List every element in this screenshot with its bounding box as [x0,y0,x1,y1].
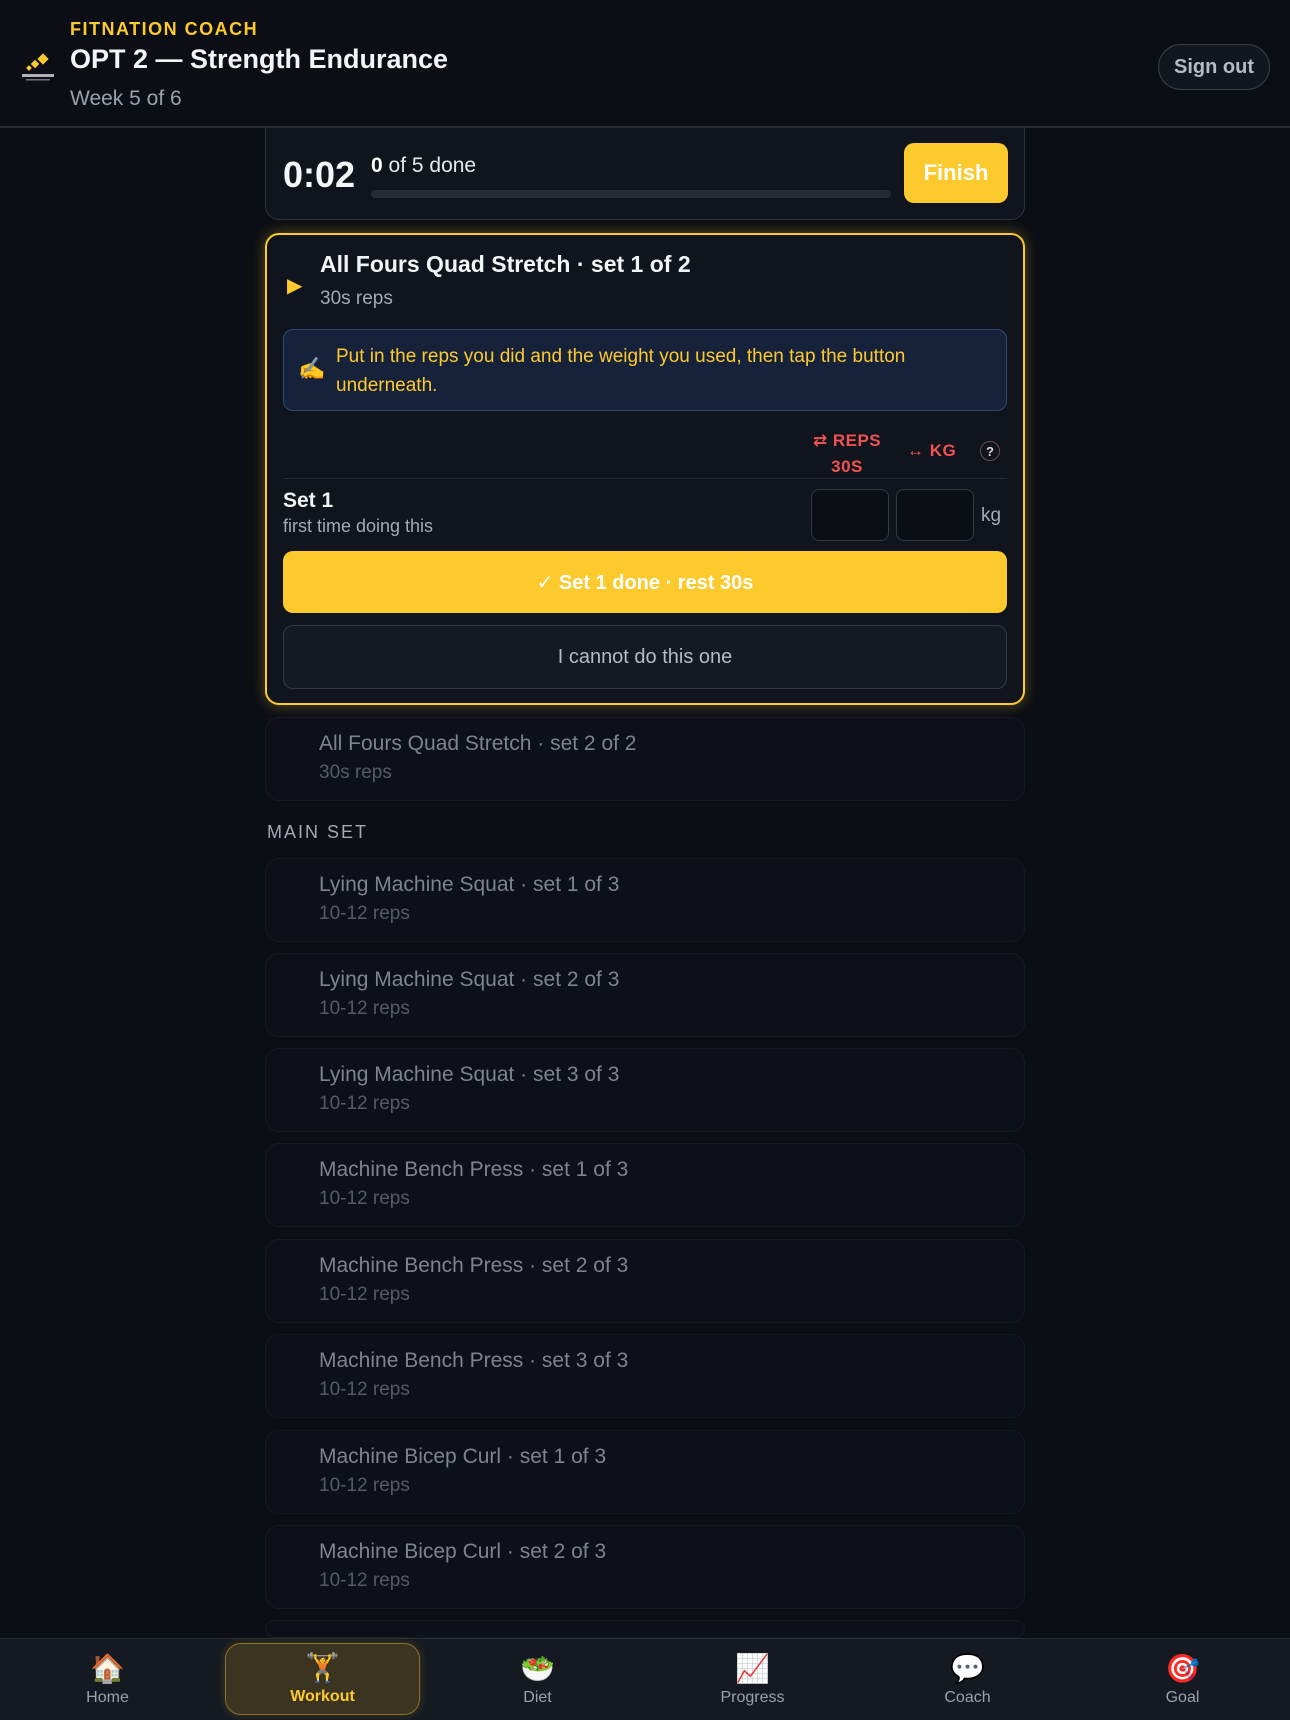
nav-label: Coach [944,1689,991,1706]
bottom-nav: 🏠 Home 🏋️ Workout 🥗 Diet 📈 Progress 💬 Co… [0,1638,1290,1720]
progress-icon: 📈 [735,1653,770,1684]
nav-item-workout[interactable]: 🏋️ Workout [225,1643,420,1715]
session-timer: 0:02 [283,154,356,195]
upcoming-set-item[interactable]: Machine Bench Press · set 2 of 3 10-12 r… [265,1239,1025,1323]
upcoming-set-title: Machine Bench Press · set 2 of 3 [319,1254,629,1277]
upcoming-set-item[interactable]: Machine Bicep Curl · set 2 of 3 10-12 re… [265,1525,1025,1609]
session-progress-bar [371,190,891,198]
kg-column-header: ↔ KG [907,441,967,461]
upcoming-set-title: All Fours Quad Stretch · set 2 of 2 [319,732,637,755]
finish-button[interactable]: Finish [904,143,1008,203]
upcoming-set-title: Machine Bench Press · set 1 of 3 [319,1158,629,1181]
nav-label: Goal [1165,1689,1200,1706]
week-indicator: Week 5 of 6 [70,87,182,110]
upcoming-set-title: Machine Bench Press · set 3 of 3 [319,1349,629,1372]
nav-item-diet[interactable]: 🥗 Diet [430,1639,645,1720]
upcoming-set-item-partial [265,1620,1025,1638]
upcoming-set-reps: 10-12 reps [319,903,410,924]
exercise-title: All Fours Quad Stretch · set 1 of 2 [320,251,691,277]
upcoming-set-reps: 10-12 reps [319,998,410,1019]
upcoming-set-reps: 10-12 reps [319,1379,410,1400]
upcoming-set-reps: 10-12 reps [319,1284,410,1305]
nav-item-goal[interactable]: 🎯 Goal [1075,1639,1290,1720]
nav-item-progress[interactable]: 📈 Progress [645,1639,860,1720]
weight-icon: ↔ [907,441,925,460]
upcoming-set-title: Lying Machine Squat · set 1 of 3 [319,873,620,896]
upcoming-set-title: Lying Machine Squat · set 2 of 3 [319,968,620,991]
upcoming-set-title: Lying Machine Squat · set 3 of 3 [319,1063,620,1086]
exercise-reps-target: 30s reps [320,288,393,309]
upcoming-set-item[interactable]: Lying Machine Squat · set 2 of 3 10-12 r… [265,953,1025,1037]
kg-header-label: KG [929,441,957,460]
upcoming-set-reps: 10-12 reps [319,1188,410,1209]
reps-input[interactable] [811,489,889,541]
cannot-do-button[interactable]: I cannot do this one [283,625,1007,689]
diet-icon: 🥗 [520,1653,555,1684]
upcoming-set-title: Machine Bicep Curl · set 1 of 3 [319,1445,607,1468]
set-label: Set 1 [283,489,334,512]
upcoming-set-reps: 30s reps [319,762,392,783]
upcoming-set-item[interactable]: Machine Bench Press · set 3 of 3 10-12 r… [265,1334,1025,1418]
upcoming-set-title: Machine Bicep Curl · set 2 of 3 [319,1540,607,1563]
upcoming-set-item[interactable]: Lying Machine Squat · set 1 of 3 10-12 r… [265,858,1025,942]
reps-header-sub: 30S [831,457,863,476]
nav-label: Workout [290,1688,355,1705]
nav-item-coach[interactable]: 💬 Coach [860,1639,1075,1720]
goal-icon: 🎯 [1165,1653,1200,1684]
done-count: 0 [371,154,383,177]
reps-header-label: REPS [832,431,882,450]
nav-label: Diet [523,1689,552,1706]
nav-label: Home [86,1689,129,1706]
coach-icon: 💬 [950,1653,985,1684]
workout-icon: 🏋️ [305,1652,340,1683]
home-icon: 🏠 [90,1653,125,1684]
kg-unit-label: kg [981,505,1002,526]
sign-out-button[interactable]: Sign out [1158,44,1270,90]
done-suffix: of 5 done [382,154,477,177]
set-note: first time doing this [283,516,434,536]
page-title: OPT 2 — Strength Endurance [70,44,449,74]
nav-item-home[interactable]: 🏠 Home [0,1639,215,1720]
upcoming-set-item[interactable]: Lying Machine Squat · set 3 of 3 10-12 r… [265,1048,1025,1132]
upcoming-set-item[interactable]: All Fours Quad Stretch · set 2 of 2 30s … [265,717,1025,801]
kg-input[interactable] [896,489,974,541]
repeat-icon: ⇄ [812,431,828,450]
done-counter: 0 of 5 done [371,154,476,178]
upcoming-set-item[interactable]: Machine Bench Press · set 1 of 3 10-12 r… [265,1143,1025,1227]
writing-hand-icon: ✍️ [298,356,326,381]
session-status-bar: 0:02 0 of 5 done Finish [265,128,1025,220]
divider [283,478,1007,479]
instruction-hint: ✍️ Put in the reps you did and the weigh… [283,329,1007,411]
upcoming-set-reps: 10-12 reps [319,1570,410,1591]
app-header: FITNATION COACH OPT 2 — Strength Enduran… [0,0,1290,128]
brand-name: FITNATION COACH [70,19,259,39]
upcoming-set-item[interactable]: Machine Bicep Curl · set 1 of 3 10-12 re… [265,1430,1025,1514]
upcoming-set-reps: 10-12 reps [319,1475,410,1496]
main-set-heading: MAIN SET [267,822,369,842]
hint-text: Put in the reps you did and the weight y… [336,346,906,396]
fitnation-logo [22,53,54,81]
play-icon: ▶ [287,275,303,297]
set-done-button[interactable]: ✓ Set 1 done · rest 30s [283,551,1007,613]
active-exercise-card: ▶ All Fours Quad Stretch · set 1 of 2 30… [265,233,1025,705]
upcoming-set-reps: 10-12 reps [319,1093,410,1114]
help-icon[interactable]: ? [980,441,1000,461]
nav-label: Progress [720,1689,785,1706]
reps-column-header: ⇄ REPS 30S [804,428,890,480]
